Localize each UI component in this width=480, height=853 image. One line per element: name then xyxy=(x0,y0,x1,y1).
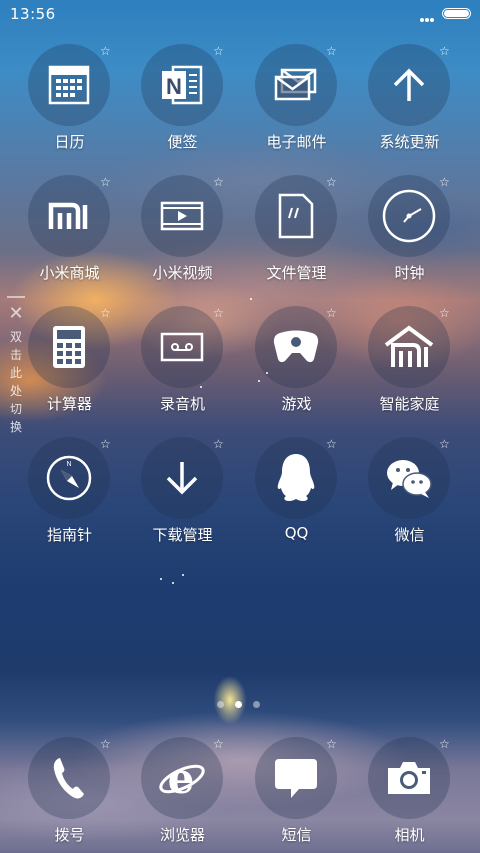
dock-phone[interactable]: 拨号 xyxy=(13,737,126,853)
svg-text:e: e xyxy=(168,755,195,801)
app-label: 时钟 xyxy=(394,264,425,282)
app-file-manager[interactable]: 文件管理 xyxy=(240,175,353,303)
app-label: 指南针 xyxy=(46,526,92,544)
svg-text:N: N xyxy=(166,74,182,99)
camera-icon xyxy=(368,737,450,819)
star-icon: ☆ xyxy=(100,437,111,451)
sparkle xyxy=(172,582,174,584)
star-icon: ☆ xyxy=(213,306,224,320)
app-download-manager[interactable]: 下载管理 xyxy=(126,437,239,565)
star-icon: ☆ xyxy=(439,306,450,320)
app-calendar[interactable]: 日历 xyxy=(13,44,126,172)
star-icon: ☆ xyxy=(326,44,337,58)
app-label: 日历 xyxy=(54,133,85,151)
star-icon: ☆ xyxy=(439,175,450,189)
app-label: 微信 xyxy=(394,526,425,544)
app-system-update[interactable]: 系统更新 xyxy=(353,44,466,172)
star-icon: ☆ xyxy=(213,44,224,58)
gamepad-icon xyxy=(255,306,337,388)
app-clock[interactable]: 时钟 xyxy=(353,175,466,303)
sparkle xyxy=(160,578,162,580)
calculator-icon xyxy=(28,306,110,388)
app-label: 小米商城 xyxy=(39,264,100,282)
compass-icon: N xyxy=(28,437,110,519)
star-icon: ☆ xyxy=(439,44,450,58)
sparkle xyxy=(250,298,252,300)
star-icon: ☆ xyxy=(326,175,337,189)
dock-browser[interactable]: e 浏览器 xyxy=(126,737,239,853)
phone-icon xyxy=(28,737,110,819)
app-label: 浏览器 xyxy=(159,826,205,844)
smart-home-icon xyxy=(368,306,450,388)
star-icon: ☆ xyxy=(100,306,111,320)
dock-camera[interactable]: 相机 xyxy=(353,737,466,853)
browser-icon: e xyxy=(141,737,223,819)
star-icon: ☆ xyxy=(100,175,111,189)
app-game[interactable]: 游戏 xyxy=(240,306,353,434)
app-label: 拨号 xyxy=(54,826,85,844)
download-icon xyxy=(141,437,223,519)
calendar-icon xyxy=(28,44,110,126)
page-dot-active[interactable] xyxy=(235,701,242,708)
star-icon: ☆ xyxy=(439,437,450,451)
qq-penguin-icon xyxy=(255,437,337,519)
status-bar: 13:56 xyxy=(0,0,480,28)
app-label: 相机 xyxy=(394,826,425,844)
app-label: 电子邮件 xyxy=(266,133,327,151)
app-label: 计算器 xyxy=(46,395,92,413)
video-play-icon xyxy=(141,175,223,257)
clock-icon xyxy=(368,175,450,257)
app-label: 文件管理 xyxy=(266,264,327,282)
app-label: QQ xyxy=(284,524,309,542)
app-label: 游戏 xyxy=(281,395,312,413)
file-manager-icon xyxy=(255,175,337,257)
app-label: 录音机 xyxy=(159,395,205,413)
app-recorder[interactable]: 录音机 xyxy=(126,306,239,434)
star-icon: ☆ xyxy=(100,44,111,58)
email-icon xyxy=(255,44,337,126)
recorder-icon xyxy=(141,306,223,388)
app-notes[interactable]: N 便签 xyxy=(126,44,239,172)
app-label: 系统更新 xyxy=(379,133,440,151)
page-dot[interactable] xyxy=(253,701,260,708)
battery-icon xyxy=(442,8,471,19)
app-label: 智能家庭 xyxy=(379,395,440,413)
app-compass[interactable]: N 指南针 xyxy=(13,437,126,565)
app-label: 下载管理 xyxy=(152,526,213,544)
star-icon: ☆ xyxy=(326,306,337,320)
more-dots-icon xyxy=(420,7,436,22)
app-mi-store[interactable]: 小米商城 xyxy=(13,175,126,303)
app-calculator[interactable]: 计算器 xyxy=(13,306,126,434)
notes-icon: N xyxy=(141,44,223,126)
mi-store-icon xyxy=(28,175,110,257)
svg-text:N: N xyxy=(66,461,71,468)
update-arrow-icon xyxy=(368,44,450,126)
sparkle xyxy=(266,372,268,374)
light-glow xyxy=(205,660,255,730)
app-smart-home[interactable]: 智能家庭 xyxy=(353,306,466,434)
page-indicator[interactable] xyxy=(217,701,265,711)
dock-sms[interactable]: 短信 xyxy=(240,737,353,853)
app-label: 短信 xyxy=(281,826,312,844)
app-label: 小米视频 xyxy=(152,264,213,282)
wechat-icon xyxy=(368,437,450,519)
app-wechat[interactable]: 微信 xyxy=(353,437,466,565)
app-qq[interactable]: QQ xyxy=(240,437,353,565)
sparkle xyxy=(182,574,184,576)
app-email[interactable]: 电子邮件 xyxy=(240,44,353,172)
page-dot[interactable] xyxy=(217,701,224,708)
app-mi-video[interactable]: 小米视频 xyxy=(126,175,239,303)
sms-icon xyxy=(255,737,337,819)
star-icon: ☆ xyxy=(326,437,337,451)
status-time: 13:56 xyxy=(10,5,56,23)
star-icon: ☆ xyxy=(213,175,224,189)
sparkle xyxy=(258,380,260,382)
sparkle xyxy=(200,386,202,388)
app-label: 便签 xyxy=(167,133,198,151)
star-icon: ☆ xyxy=(213,437,224,451)
